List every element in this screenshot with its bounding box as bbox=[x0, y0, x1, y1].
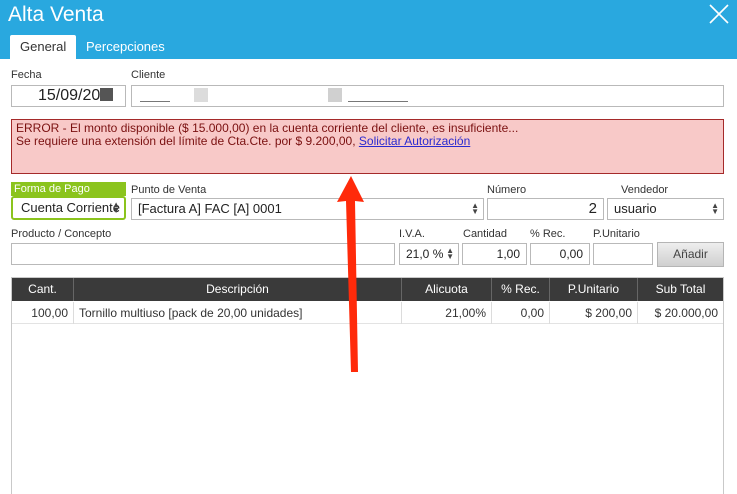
forma-pago-value: Cuenta Corriente bbox=[21, 200, 120, 215]
spinner-icon: ▲ ▼ bbox=[446, 246, 454, 261]
cell-descripcion: Tornillo multiuso [pack de 20,00 unidade… bbox=[74, 302, 402, 324]
punto-venta-value: [Factura A] FAC [A] 0001 bbox=[138, 201, 282, 216]
iva-value: 21,0 % bbox=[406, 247, 444, 261]
spinner-icon: ▲ ▼ bbox=[711, 201, 719, 216]
anadir-button[interactable]: Añadir bbox=[657, 242, 724, 267]
error-message: ERROR - El monto disponible ($ 15.000,00… bbox=[11, 119, 724, 174]
spinner-icon: ▲ ▼ bbox=[112, 200, 120, 215]
fecha-value: 15/09/20 bbox=[38, 87, 101, 104]
cantidad-input[interactable]: 1,00 bbox=[462, 243, 527, 265]
close-icon[interactable] bbox=[707, 2, 731, 26]
window-header: Alta Venta General Percepciones bbox=[0, 0, 737, 59]
fecha-field[interactable]: 15/09/20 bbox=[11, 85, 126, 107]
fecha-label: Fecha bbox=[11, 69, 42, 81]
forma-pago-select[interactable]: Cuenta Corriente ▲ ▼ bbox=[11, 196, 126, 220]
cell-punitario: $ 200,00 bbox=[550, 302, 638, 324]
table-header: Cant. Descripción Alicuota % Rec. P.Unit… bbox=[12, 278, 723, 301]
column-header-cant: Cant. bbox=[12, 278, 74, 301]
cell-alicuota: 21,00% bbox=[402, 302, 492, 324]
cliente-field[interactable] bbox=[131, 85, 724, 107]
table-row[interactable]: 100,00 Tornillo multiuso [pack de 20,00 … bbox=[12, 302, 723, 324]
iva-label: I.V.A. bbox=[399, 228, 425, 240]
redacted-underline bbox=[348, 101, 408, 102]
window-title: Alta Venta bbox=[8, 3, 104, 26]
solicitar-autorizacion-link[interactable]: Solicitar Autorización bbox=[359, 134, 470, 148]
producto-input[interactable] bbox=[11, 243, 395, 265]
numero-label: Número bbox=[487, 184, 527, 196]
redacted-underline bbox=[140, 101, 170, 102]
forma-pago-label: Forma de Pago bbox=[11, 182, 126, 196]
column-header-subtotal: Sub Total bbox=[655, 282, 706, 296]
punto-venta-label: Punto de Venta bbox=[131, 184, 207, 196]
cell-subtotal: $ 20.000,00 bbox=[654, 306, 718, 320]
redacted-block bbox=[100, 88, 114, 101]
punto-venta-select[interactable]: [Factura A] FAC [A] 0001 ▲ ▼ bbox=[131, 198, 484, 220]
tab-general[interactable]: General bbox=[10, 35, 77, 59]
error-line-2: Se requiere una extensión del límite de … bbox=[16, 134, 471, 148]
cliente-label: Cliente bbox=[131, 69, 166, 81]
redacted-block bbox=[194, 88, 208, 102]
tab-percepciones[interactable]: Percepciones bbox=[76, 35, 175, 59]
cell-rec: 0,00 bbox=[492, 302, 550, 324]
redacted-block bbox=[328, 88, 342, 102]
cantidad-label: Cantidad bbox=[463, 228, 508, 240]
vendedor-label: Vendedor bbox=[621, 184, 669, 196]
vendedor-select[interactable]: usuario ▲ ▼ bbox=[607, 198, 724, 220]
vendedor-value: usuario bbox=[614, 201, 657, 216]
cell-cant: 100,00 bbox=[12, 302, 74, 324]
column-header-punitario: P.Unitario bbox=[550, 278, 638, 301]
punitario-input[interactable] bbox=[593, 243, 653, 265]
numero-field[interactable]: 2 bbox=[487, 198, 604, 220]
producto-label: Producto / Concepto bbox=[11, 228, 112, 240]
column-header-descripcion: Descripción bbox=[74, 278, 402, 301]
column-header-alicuota: Alicuota bbox=[402, 278, 492, 301]
spinner-icon: ▲ ▼ bbox=[471, 201, 479, 216]
punitario-label: P.Unitario bbox=[593, 228, 640, 240]
iva-select[interactable]: 21,0 % ▲ ▼ bbox=[399, 243, 459, 265]
items-table: Cant. Descripción Alicuota % Rec. P.Unit… bbox=[11, 277, 724, 494]
rec-input[interactable]: 0,00 bbox=[530, 243, 590, 265]
rec-label: % Rec. bbox=[530, 228, 566, 240]
column-header-rec: % Rec. bbox=[492, 278, 550, 301]
